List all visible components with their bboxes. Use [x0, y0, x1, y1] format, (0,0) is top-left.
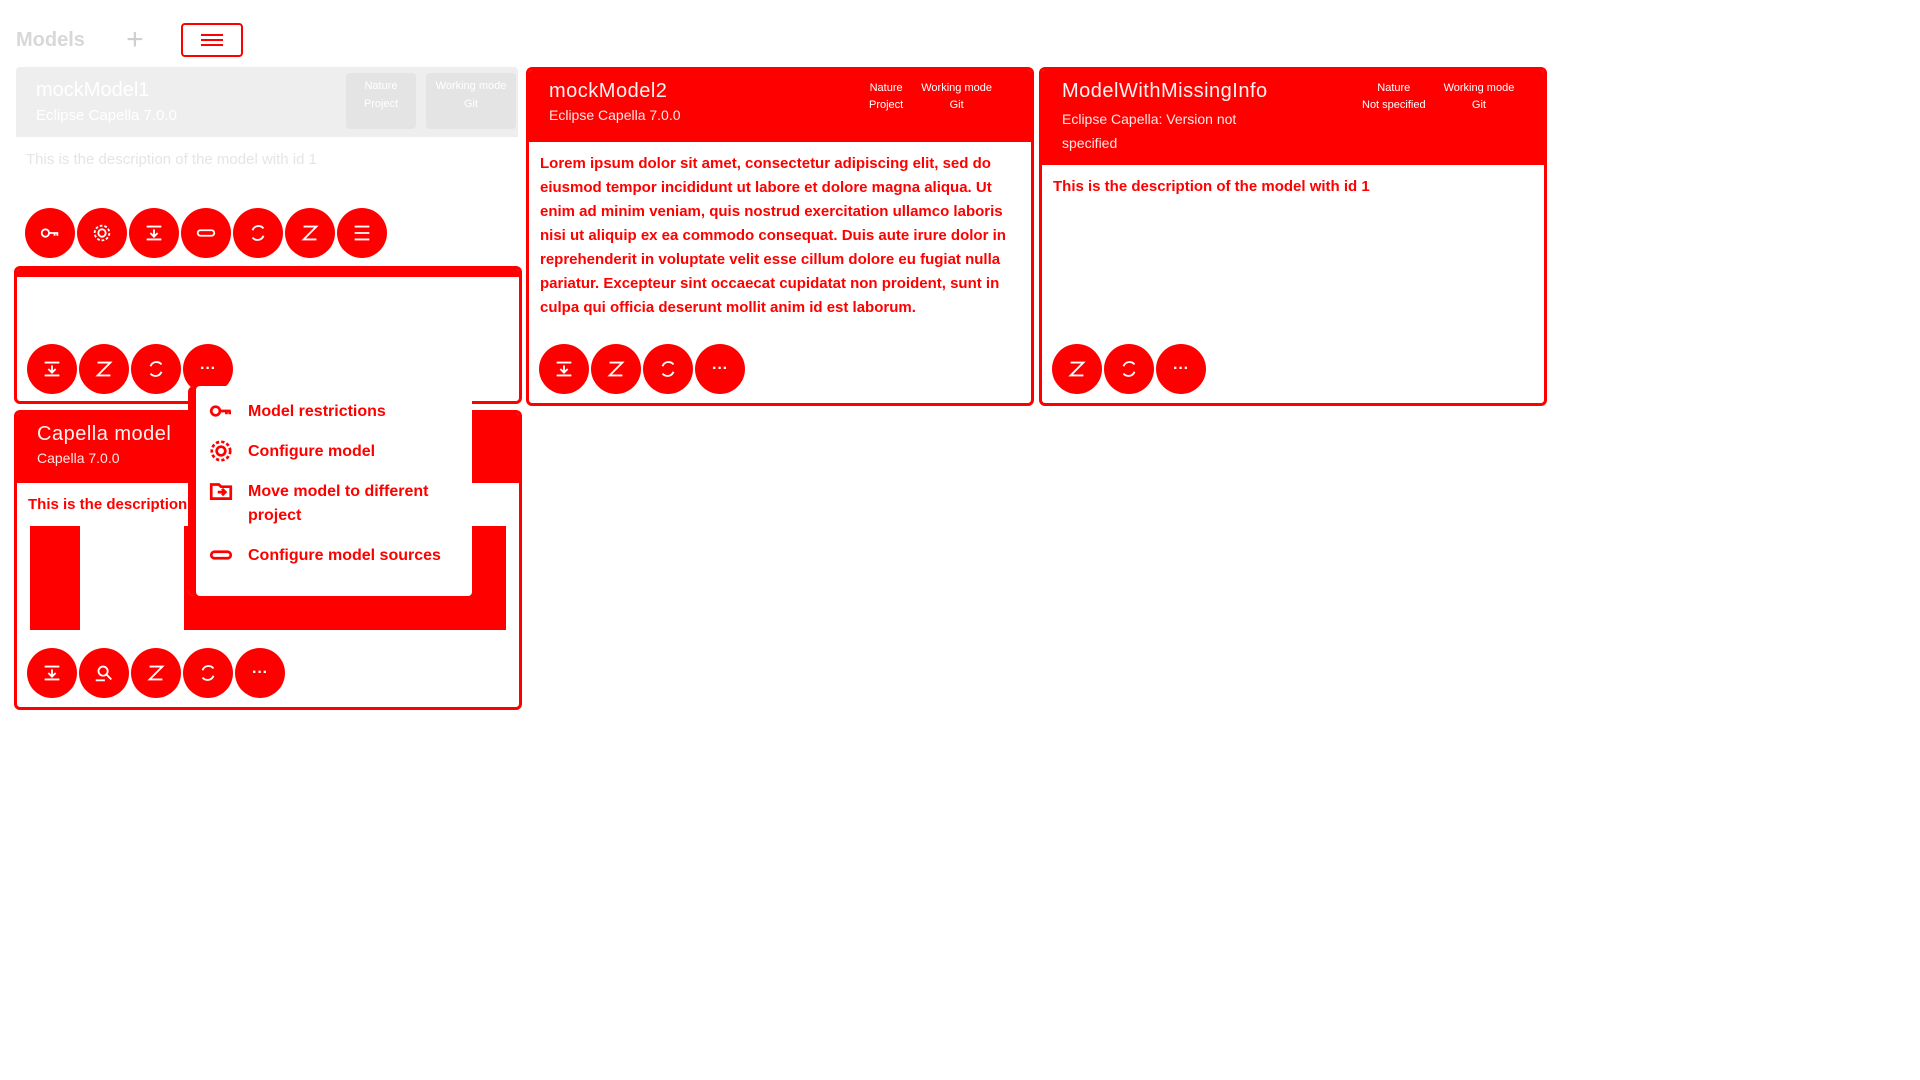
- more-menu: Model restrictions Configure model Move …: [188, 386, 472, 596]
- gear-icon: [93, 224, 111, 242]
- nature-badge: Nature Project: [869, 80, 903, 114]
- mode-label: Working mode: [1443, 82, 1515, 94]
- mode-value: Git: [949, 99, 964, 111]
- open-external-icon: [607, 361, 625, 377]
- sync-button[interactable]: [1104, 344, 1154, 394]
- key-button[interactable]: [25, 208, 75, 258]
- search-diagram-button[interactable]: [79, 648, 129, 698]
- card-title: mockModel1: [36, 79, 150, 101]
- sync-icon: [251, 225, 265, 241]
- menu-icon: [200, 34, 223, 46]
- card-description: Lorem ipsum dolor sit amet, consectetur …: [540, 155, 1006, 316]
- nature-value: Not specified: [1362, 99, 1426, 111]
- open-external-icon: [147, 665, 165, 681]
- mode-badge: Working mode Git: [921, 80, 992, 114]
- nature-label: Nature: [364, 80, 398, 92]
- key-icon: [40, 228, 59, 238]
- card-description: This is the description of the model wit…: [1053, 178, 1370, 195]
- open-button[interactable]: [1052, 344, 1102, 394]
- folder-move-icon: [44, 665, 60, 681]
- sync-button[interactable]: [233, 208, 283, 258]
- card-header: ModelWithMissingInfo Eclipse Capella: Ve…: [1042, 70, 1544, 165]
- more-icon: ···: [712, 360, 728, 377]
- card-action-row: ···: [1052, 344, 1206, 394]
- link-button[interactable]: [181, 208, 231, 258]
- nature-badge: Nature Project: [346, 73, 416, 129]
- open-button[interactable]: [285, 208, 335, 258]
- card-meta: Nature Not specified Working mode Git: [1362, 80, 1514, 114]
- folder-move-icon: [209, 483, 233, 500]
- more-button[interactable]: ···: [235, 648, 285, 698]
- open-external-icon: [1068, 361, 1086, 377]
- list-icon: [354, 225, 370, 241]
- sync-icon: [1122, 361, 1136, 377]
- card-meta: Nature Project Working mode Git: [869, 80, 992, 114]
- mode-label: Working mode: [435, 80, 507, 92]
- more-button[interactable]: ···: [695, 344, 745, 394]
- move-button[interactable]: [539, 344, 589, 394]
- sync-button[interactable]: [131, 344, 181, 394]
- open-external-icon: [301, 225, 319, 241]
- mode-label: Working mode: [921, 82, 992, 94]
- card-description: This is the description of the model wit…: [26, 151, 317, 168]
- add-model-button[interactable]: +: [115, 20, 155, 60]
- menu-item-model-restrictions[interactable]: Model restrictions: [196, 392, 472, 432]
- view-toggle-button[interactable]: [180, 23, 243, 57]
- card-action-row: ···: [539, 344, 745, 394]
- settings-button[interactable]: [77, 208, 127, 258]
- key-icon: [209, 405, 232, 417]
- nature-value: Project: [363, 98, 399, 110]
- open-external-icon: [95, 361, 113, 377]
- menu-item-configure-sources[interactable]: Configure model sources: [196, 536, 472, 576]
- nature-badge: Nature Not specified: [1362, 80, 1426, 114]
- toolbar: Models +: [16, 20, 243, 60]
- menu-item-label: Model restrictions: [248, 403, 386, 420]
- menu-item-label: Move model to different project: [248, 483, 429, 524]
- menu-panel: Model restrictions Configure model Move …: [196, 386, 472, 596]
- gear-icon: [210, 440, 232, 462]
- card-subtitle: Eclipse Capella 7.0.0: [36, 107, 177, 124]
- sync-icon: [661, 361, 675, 377]
- move-button[interactable]: [27, 344, 77, 394]
- more-icon: ···: [252, 664, 268, 681]
- search-icon: [95, 665, 112, 682]
- card-header: mockModel2 Eclipse Capella 7.0.0 Nature P…: [529, 70, 1031, 142]
- card-header: [17, 269, 519, 277]
- mode-badge: Working mode Git: [426, 73, 516, 129]
- sessions-button[interactable]: [337, 208, 387, 258]
- ghost-action-row: [25, 208, 387, 258]
- card-subtitle: Eclipse Capella: Version not specified: [1062, 111, 1237, 151]
- sync-button[interactable]: [183, 648, 233, 698]
- folder-move-icon: [146, 225, 162, 241]
- mode-value: Git: [463, 98, 479, 110]
- link-icon: [196, 229, 216, 237]
- folder-move-icon: [44, 361, 60, 377]
- move-button[interactable]: [27, 648, 77, 698]
- open-button[interactable]: [591, 344, 641, 394]
- more-icon: ···: [1173, 360, 1189, 377]
- menu-item-label: Configure model sources: [248, 547, 441, 564]
- more-button[interactable]: ···: [1156, 344, 1206, 394]
- open-button[interactable]: [79, 344, 129, 394]
- move-button[interactable]: [129, 208, 179, 258]
- menu-item-label: Configure model: [248, 443, 376, 460]
- menu-item-configure-model[interactable]: Configure model: [196, 432, 472, 472]
- nature-label: Nature: [1377, 82, 1411, 94]
- link-icon: [209, 550, 233, 560]
- sync-icon: [149, 361, 163, 377]
- folder-move-icon: [556, 361, 572, 377]
- card-action-row: ···: [27, 648, 285, 698]
- diagram-preview: [30, 526, 80, 630]
- nature-label: Nature: [869, 82, 903, 94]
- mode-badge: Working mode Git: [1444, 80, 1515, 114]
- sync-icon: [201, 665, 215, 681]
- menu-item-move-model[interactable]: Move model to different project: [196, 472, 472, 536]
- open-button[interactable]: [131, 648, 181, 698]
- sync-button[interactable]: [643, 344, 693, 394]
- mode-value: Git: [1471, 99, 1486, 111]
- more-icon: ···: [200, 360, 216, 377]
- nature-value: Project: [869, 99, 904, 111]
- page-title: Models: [16, 28, 85, 51]
- card-header: mockModel1 Eclipse Capella 7.0.0 Nature …: [16, 67, 518, 137]
